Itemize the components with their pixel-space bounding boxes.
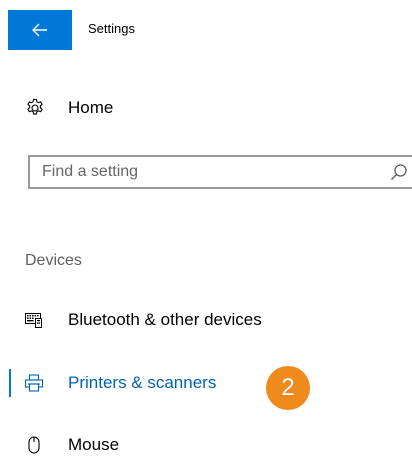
selection-indicator bbox=[9, 369, 11, 397]
nav-item-mouse[interactable]: Mouse bbox=[0, 425, 412, 465]
home-nav-item[interactable]: Home bbox=[0, 90, 412, 126]
home-label: Home bbox=[68, 98, 114, 117]
gear-icon bbox=[25, 98, 45, 118]
nav-item-printers[interactable]: Printers & scanners bbox=[0, 363, 412, 403]
search-box bbox=[28, 155, 412, 189]
section-header-devices: Devices bbox=[25, 252, 82, 269]
keyboard-icon bbox=[24, 310, 44, 330]
nav-item-label: Bluetooth & other devices bbox=[68, 310, 262, 329]
step-number-badge: 2 bbox=[266, 366, 310, 410]
app-title: Settings bbox=[88, 21, 135, 36]
back-arrow-icon bbox=[32, 23, 47, 37]
printer-icon bbox=[24, 373, 44, 393]
nav-item-label: Mouse bbox=[68, 435, 120, 454]
nav-item-label: Printers & scanners bbox=[68, 373, 217, 392]
search-icon[interactable] bbox=[390, 163, 408, 181]
back-button[interactable] bbox=[8, 10, 72, 50]
search-input[interactable] bbox=[30, 157, 382, 187]
title-bar: Settings bbox=[0, 0, 412, 50]
mouse-icon bbox=[24, 435, 44, 455]
nav-item-bluetooth[interactable]: Bluetooth & other devices bbox=[0, 300, 412, 340]
